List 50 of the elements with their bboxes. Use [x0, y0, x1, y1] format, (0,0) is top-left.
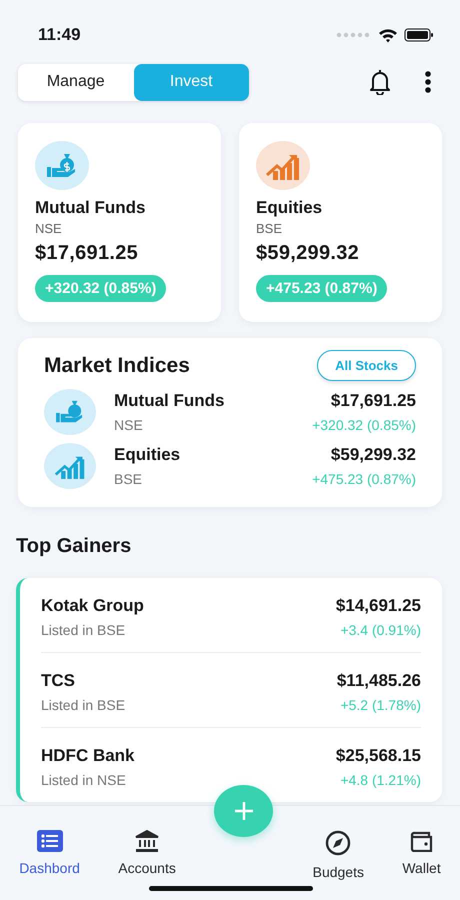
exchange-label: NSE	[35, 221, 62, 236]
signal-icon	[336, 32, 370, 38]
wallet-icon	[410, 830, 434, 852]
more-menu-icon[interactable]	[424, 70, 432, 94]
nav-tab[interactable]: Budgets	[312, 830, 364, 880]
stock-name: TCS	[41, 671, 76, 691]
nav-tab[interactable]: Wallet	[402, 830, 441, 876]
fund-name: Equities	[256, 198, 322, 218]
money-hand-icon	[46, 152, 78, 180]
bank-icon	[135, 830, 160, 852]
change-badge: +320.32 (0.85%)	[35, 275, 166, 302]
change-badge: +475.23 (0.87%)	[256, 275, 388, 302]
list-icon	[36, 830, 63, 852]
index-name: Mutual Funds	[114, 391, 226, 411]
compass-icon	[325, 830, 352, 856]
exchange-label: NSE	[114, 417, 144, 433]
index-change: +320.32 (0.85%)	[312, 417, 416, 433]
listing-label: Listed in BSE	[41, 697, 126, 713]
money-hand-icon	[55, 399, 85, 425]
index-value: $59,299.32	[330, 445, 416, 465]
nav-tab[interactable]: Dashbord	[19, 830, 80, 876]
summary-card[interactable]: Equities BSE $59,299.32 +475.23 (0.87%)	[239, 123, 442, 322]
summary-card[interactable]: Mutual Funds NSE $17,691.25 +320.32 (0.85%)	[18, 123, 221, 322]
toggle-tab[interactable]: Manage	[18, 64, 134, 100]
stock-value: $11,485.26	[336, 671, 421, 691]
stock-change: +5.2 (1.78%)	[340, 697, 421, 713]
listing-label: Listed in NSE	[41, 772, 127, 788]
listing-label: Listed in BSE	[41, 622, 126, 638]
battery-icon	[404, 28, 434, 42]
index-change: +475.23 (0.87%)	[312, 471, 416, 487]
fund-value: $17,691.25	[35, 242, 138, 265]
section-title: Market Indices	[44, 354, 190, 378]
fund-value: $59,299.32	[256, 242, 360, 265]
stock-change: +3.4 (0.91%)	[340, 622, 421, 638]
nav-tab[interactable]: Accounts	[118, 830, 176, 876]
status-time: 11:49	[38, 25, 82, 45]
stock-value: $14,691.25	[336, 596, 421, 616]
plus-icon	[234, 801, 254, 821]
exchange-label: BSE	[114, 471, 144, 487]
notification-bell-icon[interactable]	[368, 69, 392, 95]
index-name: Equities	[114, 445, 182, 465]
stock-change: +4.8 (1.21%)	[340, 772, 421, 788]
stock-name: Kotak Group	[41, 596, 145, 616]
stock-value: $25,568.15	[336, 746, 421, 766]
stock-name: HDFC Bank	[41, 746, 136, 766]
exchange-label: BSE	[256, 221, 282, 236]
fund-name: Mutual Funds	[35, 198, 146, 218]
section-title: Top Gainers	[16, 535, 132, 558]
index-value: $17,691.25	[330, 391, 416, 411]
wifi-icon	[378, 28, 398, 42]
